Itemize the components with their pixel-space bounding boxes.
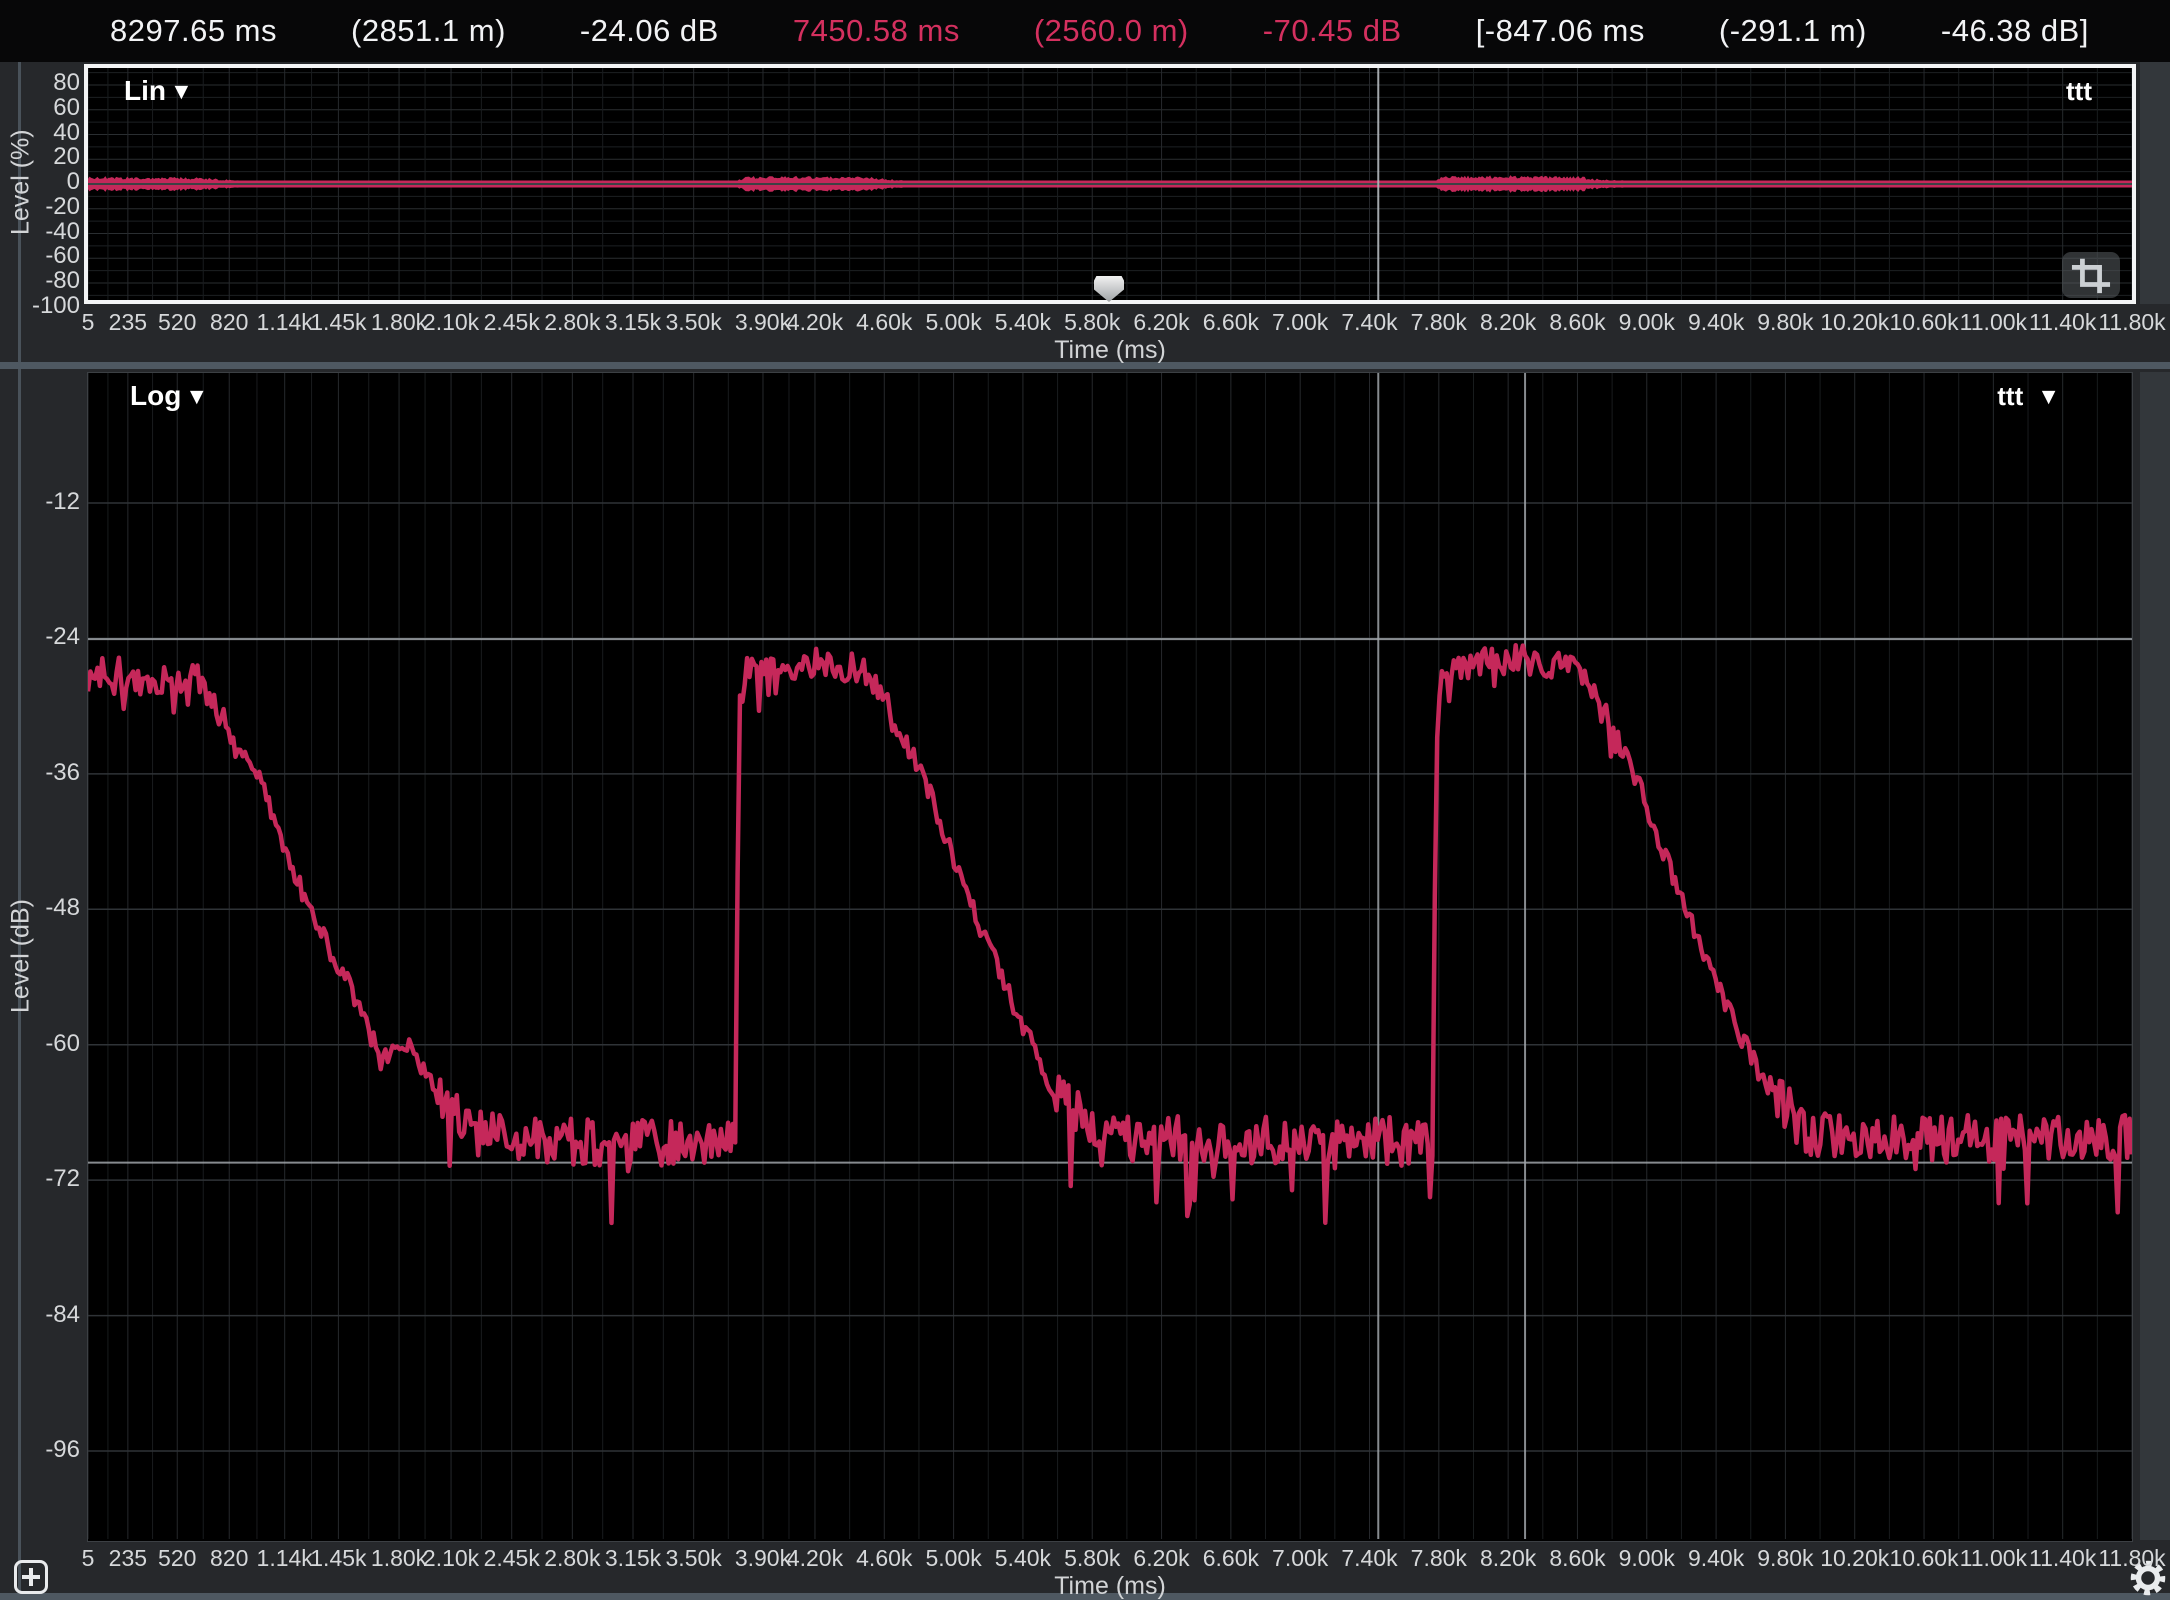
readout-delta-time: [-847.06 ms [1476,13,1645,49]
main-x-tick-label: 11.80k [2084,1546,2170,1570]
overview-y-tick-label: 60 [8,96,80,120]
overview-y-tick-label: 40 [8,121,80,145]
main-y-tick-label: -24 [8,625,80,649]
readout-white-level: -24.06 dB [580,13,719,49]
overview-y-tick-label: -60 [8,244,80,268]
readout-white-time: 8297.65 ms [110,13,277,49]
main-trace-selector[interactable]: ttt ▼ [1997,381,2060,411]
readout-delta-level: -46.38 dB] [1941,13,2089,49]
overview-scale-label: Lin [124,76,166,106]
main-y-tick-label: -48 [8,896,80,920]
overview-x-tick-label: 11.80k [2084,310,2170,334]
overview-y-tick-label: 80 [8,71,80,95]
etc-panel: Log▼ ttt▼ [87,372,2133,1542]
readout-white-distance: (2851.1 m) [351,13,506,49]
overview-y-tick-label: 20 [8,145,80,169]
overview-plot[interactable] [88,68,2132,300]
audio-analyzer-app: 8297.65 ms (2851.1 m) -24.06 dB 7450.58 … [0,0,2170,1600]
overview-trace-label: ttt [2066,76,2092,106]
etc-trace [88,645,2132,1223]
main-y-tick-label: -60 [8,1032,80,1056]
readout-delta-distance: (-291.1 m) [1719,13,1867,49]
overview-y-tick-label: 0 [8,170,80,194]
main-y-tick-label: -72 [8,1167,80,1191]
dropdown-arrow-icon: ▼ [2037,381,2060,411]
main-y-tick-label: -12 [8,490,80,514]
main-right-margin [2140,372,2170,1540]
main-y-axis-title: Level (dB) [4,372,38,1540]
overview-trace-selector[interactable]: ttt [2066,76,2092,106]
main-x-axis-title: Time (ms) [88,1572,2132,1600]
cursor-readout-bar: 8297.65 ms (2851.1 m) -24.06 dB 7450.58 … [0,0,2170,62]
main-y-tick-label: -84 [8,1303,80,1327]
etc-plot[interactable] [88,373,2132,1539]
main-trace-label: ttt [1997,381,2023,411]
main-scale-selector[interactable]: Log▼ [130,381,208,411]
dropdown-arrow-icon: ▼ [170,76,193,106]
overview-x-axis-title: Time (ms) [88,336,2132,365]
overview-y-tick-label: -80 [8,269,80,293]
plus-icon [29,1568,33,1586]
dropdown-arrow-icon: ▼ [185,381,208,411]
main-scale-label: Log [130,381,181,411]
readout-pink-distance: (2560.0 m) [1034,13,1189,49]
overview-y-tick-label: -20 [8,195,80,219]
readout-pink-time: 7450.58 ms [793,13,960,49]
main-y-tick-label: -96 [8,1438,80,1462]
zoom-crop-button[interactable] [2062,252,2120,298]
readout-pink-level: -70.45 dB [1263,13,1402,49]
overview-waveform-panel: Lin▼ ttt [84,64,2136,304]
overview-right-margin [2140,62,2170,304]
crop-icon [2068,255,2114,295]
main-y-tick-label: -36 [8,761,80,785]
overview-scale-selector[interactable]: Lin▼ [124,76,193,106]
overview-y-tick-label: -40 [8,220,80,244]
